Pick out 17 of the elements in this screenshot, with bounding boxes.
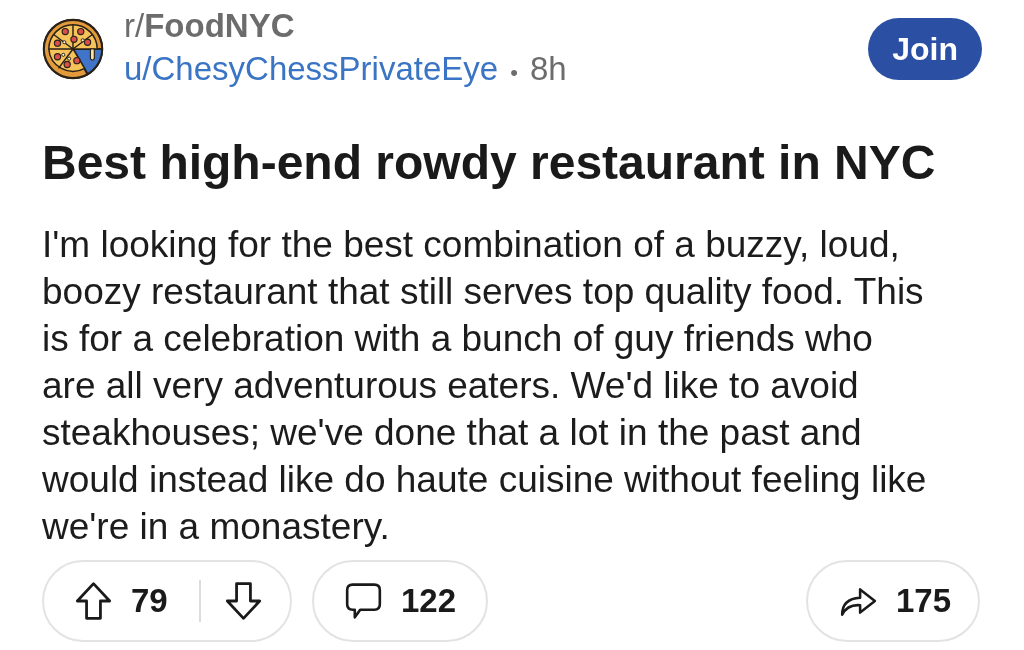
up-arrow-icon	[75, 581, 112, 621]
down-arrow-icon	[224, 581, 262, 621]
subreddit-link[interactable]: r/FoodNYC	[124, 4, 295, 47]
post-age: 8h	[529, 49, 567, 89]
comments-button[interactable]: 122	[312, 560, 488, 642]
upvote-button[interactable]	[75, 581, 112, 621]
join-button[interactable]: Join	[868, 18, 982, 80]
post-title: Best high-end rowdy restaurant in NYC	[42, 135, 937, 191]
curved-arrow-icon	[839, 585, 877, 617]
post-body: I'm looking for the best combination of a buzzy, loud, boozy restaurant that still serves top quality food. This is for a celebration with a bunch of guy friends who are all very adventurous eaters. We'd like to avoid steakhouses; we've done that a lot in the past and would instead like do haute cuisine without feeling like we're in a monastery.	[42, 223, 928, 549]
separator-dot: •	[510, 59, 518, 87]
username-link[interactable]: u/ChesyChessPrivateEye	[124, 47, 499, 90]
share-button[interactable]: 175	[806, 560, 980, 642]
vote-count: 79	[131, 582, 168, 620]
downvote-button[interactable]	[224, 581, 262, 621]
speech-bubble-icon	[345, 581, 382, 621]
pizza-icon	[42, 18, 104, 80]
